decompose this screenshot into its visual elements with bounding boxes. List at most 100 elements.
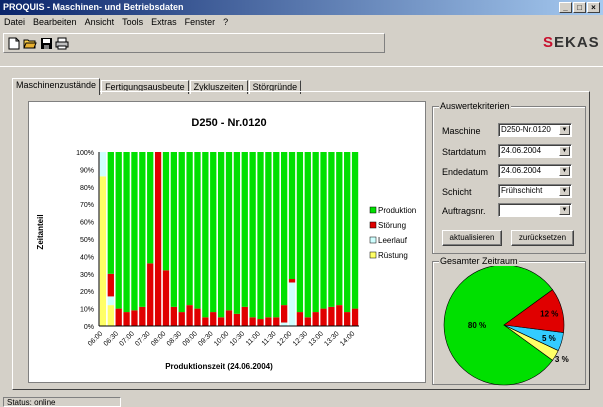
bar-segment-störung [123, 312, 130, 326]
bar-segment-störung [217, 317, 225, 326]
bar-segment-störung [328, 306, 335, 326]
y-tick-label: 50% [80, 237, 94, 244]
y-tick-label: 20% [80, 289, 94, 296]
y-tick-label: 40% [80, 254, 94, 261]
y-tick-label: 80% [80, 185, 94, 192]
label-endedatum: Endedatum [442, 167, 489, 177]
menu-ansicht[interactable]: Ansicht [85, 15, 115, 29]
bar-segment-störung [273, 317, 280, 326]
legend-label: Produktion [378, 206, 416, 215]
bar-segment-rüstung [107, 305, 114, 326]
bar-segment-produktion [249, 152, 256, 318]
close-button[interactable]: × [587, 2, 600, 13]
tab-maschinenzustaende[interactable]: Maschinenzustände [12, 78, 101, 95]
bar-segment-produktion [336, 152, 343, 306]
x-tick-label: 14:00 [339, 330, 356, 347]
save-icon[interactable] [38, 36, 54, 51]
chevron-down-icon[interactable]: ▼ [559, 125, 570, 135]
startdatum-select[interactable]: 24.06.2004 ▼ [498, 144, 572, 158]
bar-segment-produktion [202, 152, 209, 318]
pie-label-störung: 12 % [540, 309, 558, 318]
legend-swatch [369, 206, 377, 214]
x-tick-label: 07:00 [119, 330, 136, 347]
bar-segment-produktion [288, 152, 296, 280]
endedatum-select[interactable]: 24.06.2004 ▼ [498, 164, 572, 178]
auftragsnr-select[interactable]: ▼ [498, 203, 572, 217]
bar-segment-produktion [241, 152, 248, 307]
menu-datei[interactable]: Datei [4, 15, 25, 29]
maschine-value: D250-Nr.0120 [501, 125, 551, 134]
schicht-value: Frühschicht [501, 186, 543, 195]
bar-segment-produktion [217, 152, 225, 318]
legend-label: Rüstung [378, 251, 408, 260]
maschine-select[interactable]: D250-Nr.0120 ▼ [498, 123, 572, 137]
x-tick-label: 09:00 [182, 330, 199, 347]
bar-segment-störung [225, 310, 233, 326]
bar-segment-störung [281, 305, 288, 323]
menu-help[interactable]: ? [223, 15, 228, 29]
label-auftragsnr: Auftragsnr. [442, 206, 486, 216]
bar-segment-störung [178, 312, 185, 326]
x-tick-label: 11:30 [261, 330, 278, 347]
open-folder-icon[interactable] [22, 36, 38, 51]
startdatum-value: 24.06.2004 [501, 146, 542, 155]
bar-segment-störung [170, 306, 177, 326]
bar-segment-produktion [186, 152, 193, 306]
bar-segment-produktion [265, 152, 272, 318]
chevron-down-icon[interactable]: ▼ [559, 205, 570, 215]
legend-label: Störung [378, 221, 406, 230]
legend-label: Leerlauf [378, 236, 408, 245]
bar-segment-störung [296, 312, 304, 326]
chart-title: D250 - Nr.0120 [191, 117, 266, 129]
label-maschine: Maschine [442, 126, 481, 136]
schicht-select[interactable]: Frühschicht ▼ [498, 184, 572, 198]
x-tick-label: 11:00 [245, 330, 262, 347]
menu-extras[interactable]: Extras [151, 15, 177, 29]
bar-segment-störung [351, 308, 359, 326]
chevron-down-icon[interactable]: ▼ [559, 186, 570, 196]
bar-segment-produktion [273, 152, 280, 318]
legend-swatch [369, 221, 377, 229]
pie-label-produktion: 80 % [468, 321, 486, 330]
menu-bearbeiten[interactable]: Bearbeiten [33, 15, 77, 29]
x-tick-label: 13:30 [323, 330, 340, 347]
bar-segment-störung [210, 312, 217, 326]
zuruecksetzen-button[interactable]: zurücksetzen [511, 230, 574, 246]
bar-segment-produktion [281, 152, 288, 306]
aktualisieren-button[interactable]: aktualisieren [442, 230, 502, 246]
criteria-title: Auswertekriterien [439, 101, 511, 111]
x-tick-label: 08:30 [166, 330, 183, 347]
bar-segment-störung [304, 317, 311, 326]
y-axis-label: Zeitanteil [36, 214, 45, 249]
bar-segment-produktion [225, 152, 233, 311]
window-title: PROQUIS - Maschinen- und Betriebsdaten [3, 2, 184, 12]
bar-segment-produktion [123, 152, 130, 313]
x-tick-label: 06:30 [103, 330, 120, 347]
bar-segment-störung [139, 306, 146, 326]
bar-segment-störung [336, 305, 343, 326]
minimize-button[interactable]: _ [559, 2, 572, 13]
bar-segment-produktion [107, 152, 114, 274]
legend-swatch [369, 236, 377, 244]
maximize-button[interactable]: □ [573, 2, 586, 13]
chevron-down-icon[interactable]: ▼ [559, 146, 570, 156]
bar-segment-produktion [257, 152, 264, 320]
x-tick-label: 12:00 [276, 330, 293, 347]
menu-tools[interactable]: Tools [122, 15, 143, 29]
x-tick-label: 08:00 [150, 330, 167, 347]
toolbar [3, 33, 385, 53]
chevron-down-icon[interactable]: ▼ [559, 166, 570, 176]
bar-segment-störung [154, 152, 162, 326]
bar-segment-störung [233, 313, 241, 326]
print-icon[interactable] [54, 36, 70, 51]
bar-segment-leerlauf [281, 322, 288, 326]
bar-segment-störung [107, 273, 114, 297]
bar-segment-störung [162, 270, 170, 326]
new-file-icon[interactable] [6, 36, 22, 51]
menu-fenster[interactable]: Fenster [185, 15, 216, 29]
bar-segment-produktion [170, 152, 177, 307]
bar-chart-svg: D250 - Nr.0120 Zeitanteil Produktionszei… [36, 117, 416, 371]
bar-segment-produktion [162, 152, 170, 271]
x-tick-label: 09:30 [197, 330, 214, 347]
legend-swatch [369, 251, 377, 259]
